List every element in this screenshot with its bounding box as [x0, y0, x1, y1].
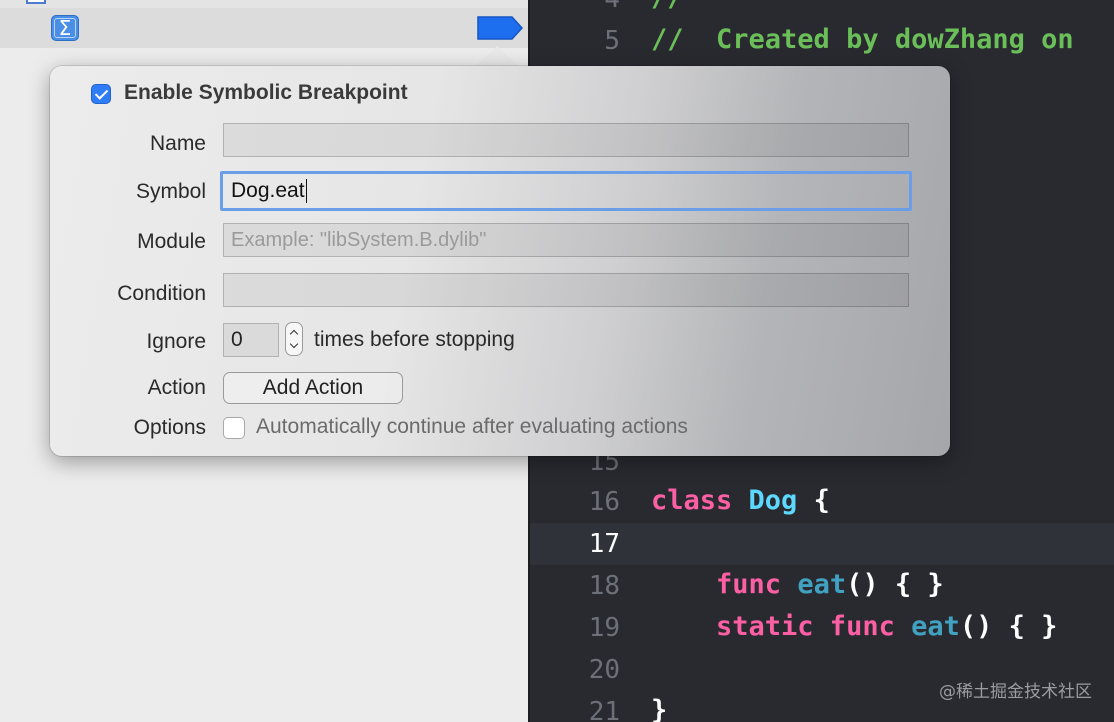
popover-arrow [473, 46, 521, 68]
code-line[interactable]: 19 static func eat() { } [530, 607, 1114, 649]
symbolic-breakpoint-row[interactable] [0, 8, 528, 48]
code-token: } [651, 695, 668, 722]
enable-breakpoint-label[interactable]: Enable Symbolic Breakpoint [124, 81, 408, 105]
code-line[interactable]: 18 func eat() { } [530, 565, 1114, 607]
breakpoint-flag-icon[interactable] [476, 16, 524, 40]
line-number: 19 [588, 613, 620, 643]
code-text: } [651, 695, 667, 722]
watermark-text: @稀土掘金技术社区 [939, 682, 1092, 702]
options-label: Options [133, 416, 206, 439]
action-label: Action [147, 376, 206, 399]
code-line[interactable]: 4 // [530, 0, 1114, 20]
symbol-field-value: Dog.eat [231, 179, 305, 202]
code-text: static func eat() { } [651, 611, 1057, 642]
auto-continue-label[interactable]: Automatically continue after evaluating … [256, 415, 688, 439]
line-number: 20 [588, 655, 620, 685]
auto-continue-checkbox[interactable] [223, 417, 245, 439]
code-text: // [651, 0, 684, 13]
module-label: Module [137, 230, 206, 253]
navigator-top-row [0, 0, 528, 8]
name-label: Name [149, 132, 206, 155]
line-number: 16 [588, 487, 620, 517]
line-number: 17 [588, 529, 620, 559]
code-token: eat [797, 569, 847, 600]
code-token: // Created by dowZhang on [651, 24, 1074, 55]
line-number: 4 [570, 0, 620, 14]
code-text: func eat() { } [651, 569, 944, 600]
symbolic-breakpoint-popover: Enable Symbolic Breakpoint Name Symbol D… [50, 66, 950, 456]
name-field[interactable] [223, 123, 909, 157]
code-token: () { } [959, 611, 1058, 642]
code-token: Dog [748, 485, 798, 516]
code-token: // [651, 0, 684, 13]
code-line[interactable]: 5 // Created by dowZhang on [530, 20, 1114, 62]
code-token: { [797, 485, 830, 516]
code-token: func [651, 569, 798, 600]
symbol-label: Symbol [135, 180, 206, 203]
condition-label: Condition [117, 282, 206, 305]
ignore-count-stepper[interactable] [285, 322, 303, 356]
text-caret [305, 179, 307, 204]
code-token: class [651, 485, 749, 516]
line-number: 18 [588, 571, 620, 601]
code-text: // Created by dowZhang on [651, 24, 1074, 55]
enable-breakpoint-checkbox[interactable] [91, 84, 111, 104]
line-number: 5 [604, 26, 620, 56]
code-text: class Dog { [651, 485, 830, 516]
condition-field[interactable] [223, 273, 909, 307]
code-line[interactable]: 17 [530, 523, 1114, 565]
symbol-field[interactable]: Dog.eat [220, 171, 912, 211]
code-token: static func [651, 611, 912, 642]
code-token: () { } [846, 569, 944, 600]
ignore-count-field[interactable]: 0 [223, 323, 279, 357]
line-number: 21 [588, 697, 620, 722]
module-field[interactable]: Example: "libSystem.B.dylib" [223, 223, 909, 257]
code-line[interactable]: 16 class Dog { [530, 481, 1114, 523]
add-action-button[interactable]: Add Action [223, 372, 403, 404]
code-token: eat [911, 611, 960, 642]
sigma-symbol-icon: Σ [51, 15, 79, 41]
breakpoint-file-icon [26, 0, 46, 4]
ignore-label: Ignore [146, 330, 206, 353]
ignore-suffix-text: times before stopping [314, 328, 515, 351]
